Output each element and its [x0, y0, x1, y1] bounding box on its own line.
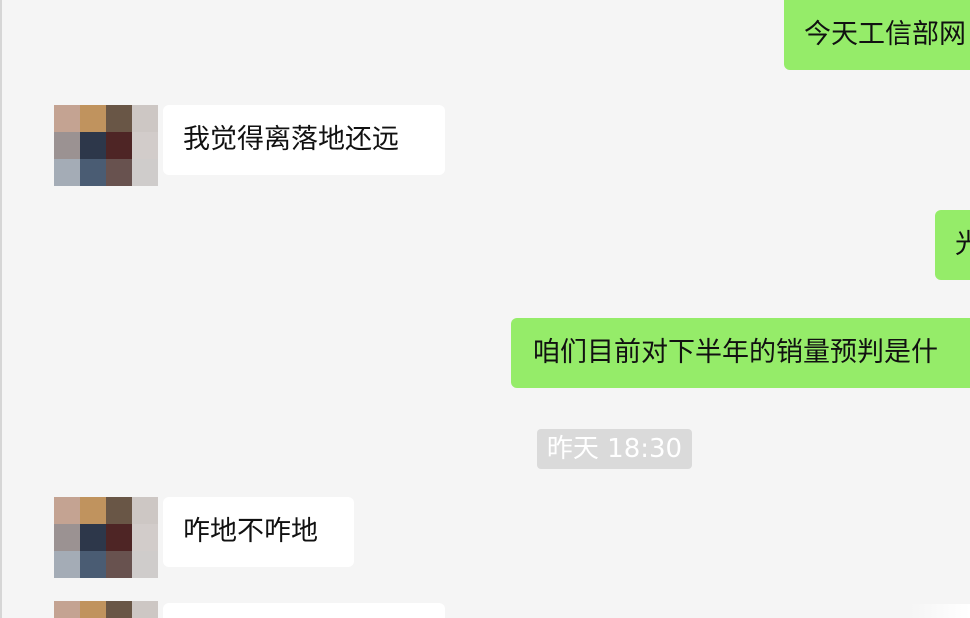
chat-message-outgoing[interactable]: 今天工信部网: [784, 0, 970, 70]
message-text: 咱们目前对下半年的销量预判是什: [533, 337, 938, 368]
avatar[interactable]: [54, 105, 158, 186]
chat-message-incoming[interactable]: 我觉得离落地还远: [163, 105, 445, 175]
message-text: 我觉得离落地还远: [183, 124, 399, 155]
chat-message-outgoing[interactable]: 光: [935, 210, 970, 280]
chat-message-incoming[interactable]: [163, 603, 445, 618]
avatar[interactable]: [54, 497, 158, 578]
message-text: 光: [955, 229, 970, 260]
message-text: 今天工信部网: [804, 19, 966, 50]
left-border: [0, 0, 2, 618]
avatar[interactable]: [54, 601, 158, 618]
timestamp-divider: 昨天 18:30: [537, 429, 692, 469]
message-text: 咋地不咋地: [183, 516, 318, 547]
partial-overlay: [910, 604, 970, 618]
chat-message-outgoing[interactable]: 咱们目前对下半年的销量预判是什: [511, 318, 970, 388]
chat-message-incoming[interactable]: 咋地不咋地: [163, 497, 354, 567]
